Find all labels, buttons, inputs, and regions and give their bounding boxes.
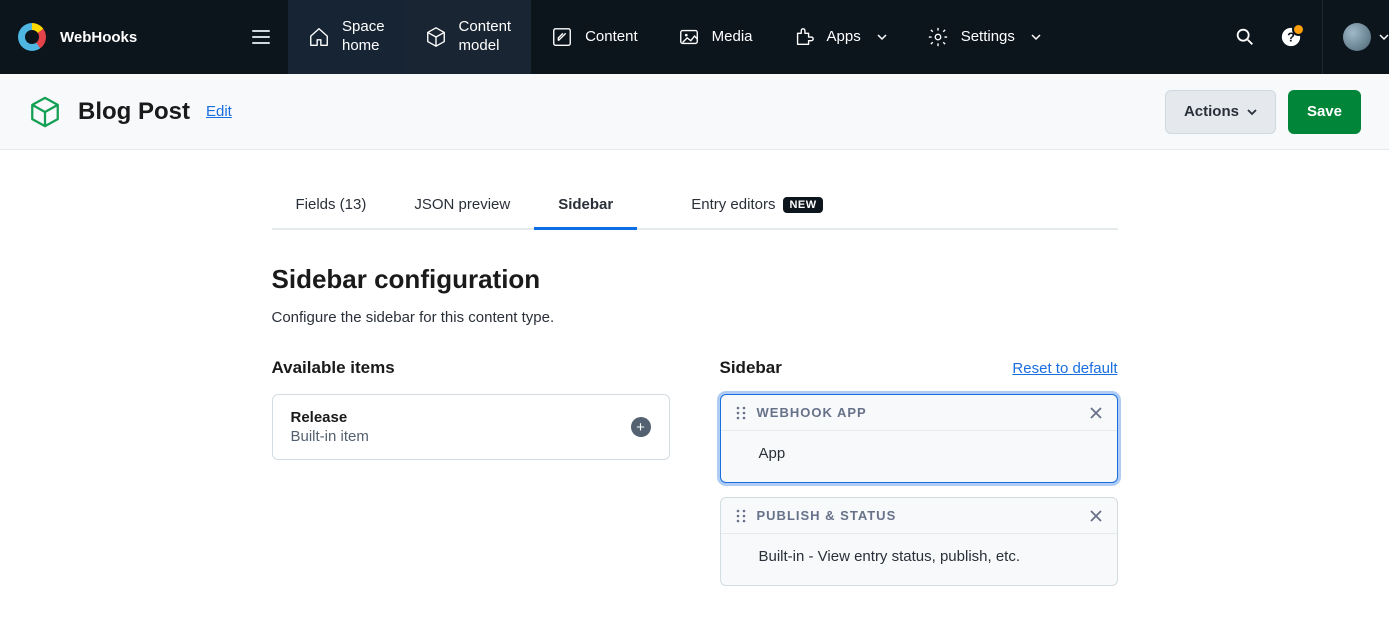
nav-media[interactable]: Media	[658, 0, 773, 74]
nav-content-model[interactable]: Content model	[405, 0, 532, 74]
sidebar-column: Sidebar Reset to default WEBHOOK APP App	[720, 358, 1118, 600]
cube-icon	[425, 26, 447, 48]
section-subtitle: Configure the sidebar for this content t…	[272, 309, 1118, 326]
section-title: Sidebar configuration	[272, 264, 1118, 295]
config-columns: Available items Release Built-in item + …	[272, 358, 1118, 600]
tab-json[interactable]: JSON preview	[390, 182, 534, 230]
subheader: Blog Post Edit Actions Save	[0, 74, 1389, 150]
topnav-left: WebHooks	[0, 0, 288, 74]
actions-button-label: Actions	[1184, 103, 1239, 120]
gear-icon	[927, 26, 949, 48]
tab-fields-label: Fields (13)	[296, 196, 367, 213]
tab-entry-label: Entry editors	[691, 196, 775, 213]
drag-handle-icon[interactable]	[735, 509, 747, 523]
tab-entry-editors[interactable]: Entry editors NEW	[667, 182, 846, 230]
content-area: Fields (13) JSON preview Sidebar Entry e…	[272, 150, 1118, 600]
sidebar-card-body: Built-in - View entry status, publish, e…	[721, 534, 1117, 585]
available-column: Available items Release Built-in item +	[272, 358, 670, 600]
close-icon[interactable]	[1089, 406, 1103, 420]
nav-content[interactable]: Content	[531, 0, 658, 74]
available-heading: Available items	[272, 358, 395, 378]
svg-text:?: ?	[1287, 30, 1295, 45]
sidebar-heading: Sidebar	[720, 358, 782, 378]
page-title: Blog Post	[78, 98, 190, 126]
nav-apps[interactable]: Apps	[773, 0, 907, 74]
save-button[interactable]: Save	[1288, 90, 1361, 134]
tab-sidebar-label: Sidebar	[558, 196, 613, 213]
home-icon	[308, 26, 330, 48]
logo-group[interactable]: WebHooks	[18, 23, 137, 51]
sidebar-card-title: WEBHOOK APP	[757, 405, 1079, 420]
nav-space-home[interactable]: Space home	[288, 0, 405, 74]
menu-icon[interactable]	[252, 30, 270, 44]
topnav-right: ?	[1214, 0, 1322, 74]
help-icon[interactable]: ?	[1280, 26, 1302, 48]
nav-media-label: Media	[712, 28, 753, 47]
contentful-logo-icon	[18, 23, 46, 51]
sidebar-card-title: PUBLISH & STATUS	[757, 508, 1079, 523]
nav-settings[interactable]: Settings	[907, 0, 1061, 74]
nav-settings-label: Settings	[961, 28, 1015, 47]
actions-button[interactable]: Actions	[1165, 90, 1276, 134]
image-icon	[678, 26, 700, 48]
edit-link[interactable]: Edit	[206, 103, 232, 120]
available-item: Release Built-in item +	[272, 394, 670, 460]
user-menu[interactable]	[1322, 0, 1389, 74]
sidebar-card-publish[interactable]: PUBLISH & STATUS Built-in - View entry s…	[720, 497, 1118, 586]
search-icon[interactable]	[1234, 26, 1256, 48]
top-nav: WebHooks Space home Content model Conten…	[0, 0, 1389, 74]
chevron-down-icon	[1031, 32, 1041, 42]
nav-space-home-label: Space home	[342, 18, 385, 56]
drag-handle-icon[interactable]	[735, 406, 747, 420]
nav-content-model-label: Content model	[459, 18, 512, 56]
sidebar-card-body: App	[721, 431, 1117, 482]
workspace-name: WebHooks	[60, 29, 137, 46]
tab-sidebar[interactable]: Sidebar	[534, 182, 637, 230]
chevron-down-icon	[1247, 107, 1257, 117]
available-item-name: Release	[291, 409, 369, 426]
chevron-down-icon	[1379, 32, 1389, 42]
pencil-icon	[551, 26, 573, 48]
tabs: Fields (13) JSON preview Sidebar Entry e…	[272, 182, 1118, 230]
nav-apps-label: Apps	[827, 28, 861, 47]
section-head: Sidebar configuration Configure the side…	[272, 264, 1118, 326]
tab-fields[interactable]: Fields (13)	[272, 182, 391, 230]
new-badge: NEW	[783, 197, 822, 213]
nav-content-label: Content	[585, 28, 638, 47]
chevron-down-icon	[877, 32, 887, 42]
content-type-icon	[28, 95, 62, 129]
avatar	[1343, 23, 1371, 51]
available-item-sub: Built-in item	[291, 428, 369, 445]
close-icon[interactable]	[1089, 509, 1103, 523]
sidebar-card-webhook[interactable]: WEBHOOK APP App	[720, 394, 1118, 483]
reset-link[interactable]: Reset to default	[1012, 360, 1117, 377]
add-icon[interactable]: +	[631, 417, 651, 437]
save-button-label: Save	[1307, 103, 1342, 120]
tab-json-label: JSON preview	[414, 196, 510, 213]
puzzle-icon	[793, 26, 815, 48]
